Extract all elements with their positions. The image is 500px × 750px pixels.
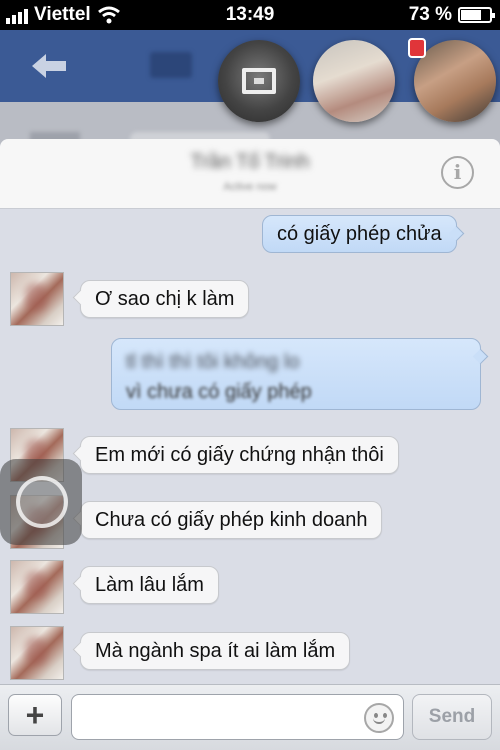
message-bubble-outgoing-multiline: tl thì thì tôi không lo vì chưa có giấy … xyxy=(111,338,481,410)
message-bubble-incoming: Ơ sao chị k làm xyxy=(80,280,250,318)
chat-header: Trần Tố Trinh Active now i xyxy=(0,139,500,209)
battery-percent: 73 % xyxy=(408,4,452,25)
chat-head-contact-avatar-2[interactable] xyxy=(414,40,496,122)
contact-avatar xyxy=(10,560,64,614)
contact-name: Trần Tố Trinh xyxy=(190,151,310,173)
background-title-blurred xyxy=(150,52,192,78)
contact-avatar xyxy=(10,626,64,680)
chat-head-messages[interactable] xyxy=(218,40,300,122)
battery-fill xyxy=(461,10,482,20)
message-bubble-incoming: Mà ngành spa ít ai làm lắm xyxy=(80,632,351,670)
message-bubble-incoming: Chưa có giấy phép kinh doanh xyxy=(80,501,383,539)
message-text-partial: vì chưa có giấy phép xyxy=(126,381,312,403)
info-icon[interactable]: i xyxy=(441,156,474,189)
status-bar: Viettel 13:49 73 % xyxy=(0,0,500,30)
message-bubble-incoming: Em mới có giấy chứng nhận thôi xyxy=(80,436,399,474)
emoji-icon[interactable] xyxy=(364,703,394,733)
message-icon xyxy=(242,68,276,94)
message-bubble-incoming: Làm lâu lắm xyxy=(80,566,219,604)
blurred-message-line: tl thì thì tôi không lo xyxy=(126,351,300,373)
message-input[interactable] xyxy=(71,694,404,740)
notification-badge xyxy=(408,38,426,58)
assistive-touch-icon[interactable] xyxy=(0,459,82,545)
chat-panel: Trần Tố Trinh Active now i có giấy phép … xyxy=(0,139,500,750)
chat-head-contact-avatar[interactable] xyxy=(313,40,395,122)
contact-avatar xyxy=(10,272,64,326)
status-bar-right: 73 % xyxy=(408,4,495,26)
battery-icon xyxy=(458,7,495,23)
message-composer: + Send xyxy=(0,684,500,750)
send-button[interactable]: Send xyxy=(412,694,492,740)
message-bubble-outgoing: có giấy phép chửa xyxy=(262,215,457,253)
back-arrow-icon[interactable] xyxy=(28,48,72,84)
contact-status: Active now xyxy=(223,181,277,193)
plus-icon[interactable]: + xyxy=(8,694,62,736)
